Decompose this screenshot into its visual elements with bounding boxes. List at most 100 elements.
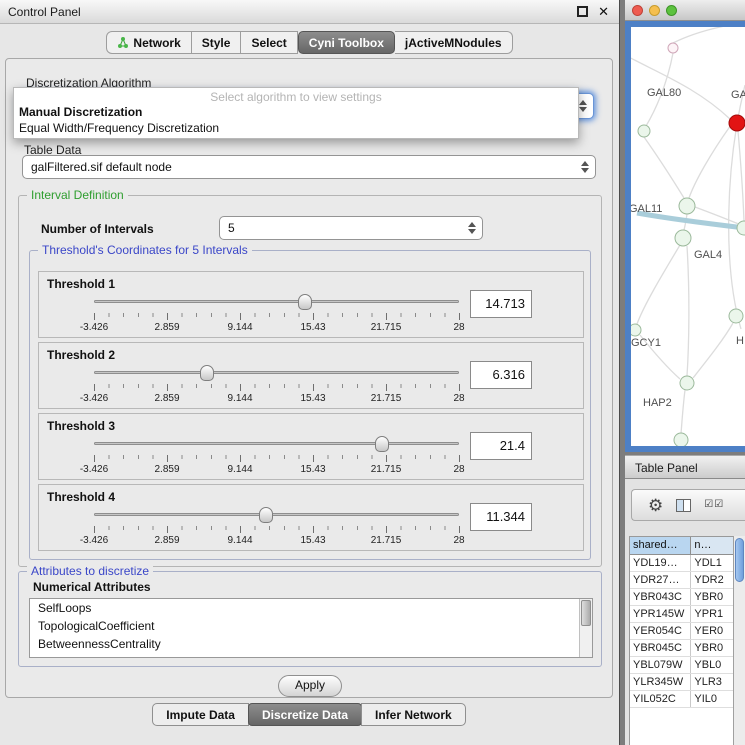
slider-thumb[interactable]: [259, 507, 273, 523]
table-row[interactable]: YIL052C YIL0: [630, 691, 733, 708]
network-window-titlebar: [625, 0, 745, 21]
minimize-traffic-light-icon[interactable]: [649, 5, 660, 16]
slider-track[interactable]: [94, 442, 459, 445]
slider-scale: -3.426 2.859 9.144 15.43 21.715 28: [94, 393, 459, 405]
slider-thumb[interactable]: [298, 294, 312, 310]
table-row[interactable]: YDR27… YDR2: [630, 572, 733, 589]
list-item[interactable]: SelfLoops: [30, 599, 592, 617]
node-label: GAL80: [647, 87, 681, 99]
slider-track[interactable]: [94, 513, 459, 516]
table-row[interactable]: YBR045C YBR0: [630, 640, 733, 657]
threshold-value-field[interactable]: 6.316: [470, 361, 532, 389]
network-canvas[interactable]: GAL80 GA GAL11 GAL4 GCY1 H HAP2: [631, 27, 745, 446]
slider-thumb[interactable]: [200, 365, 214, 381]
table-row[interactable]: YBR043C YBR0: [630, 589, 733, 606]
num-intervals-label: Number of Intervals: [41, 222, 154, 236]
close-traffic-light-icon[interactable]: [632, 5, 643, 16]
dropdown-option[interactable]: Manual Discretization: [14, 104, 578, 120]
screen: Control Panel ✕ Network Style Select Cyn…: [0, 0, 745, 745]
tab-style[interactable]: Style: [192, 31, 242, 54]
slider-track[interactable]: [94, 300, 459, 303]
combobox-arrows-icon: [581, 161, 589, 173]
columns-icon[interactable]: [676, 499, 691, 512]
tab-label: Cyni Toolbox: [309, 36, 384, 50]
list-item[interactable]: BetweennessCentrality: [30, 635, 592, 653]
num-intervals-value: 5: [228, 221, 235, 235]
table-data-combobox[interactable]: galFiltered.sif default node: [22, 155, 596, 179]
table-row[interactable]: YER054C YER0: [630, 623, 733, 640]
threshold-panel: Threshold 1 -3.426 2.859 9.144 15.43: [38, 271, 584, 338]
column-header[interactable]: n…: [691, 537, 733, 554]
node-label: GCY1: [631, 337, 661, 349]
slider-track[interactable]: [94, 371, 459, 374]
thresholds-group-title: Threshold's Coordinates for 5 Intervals: [38, 243, 252, 257]
list-item[interactable]: TopologicalCoefficient: [30, 617, 592, 635]
table-row[interactable]: YBL079W YBL0: [630, 657, 733, 674]
thresholds-group: Threshold's Coordinates for 5 Intervals …: [29, 250, 591, 560]
table-row[interactable]: YDL19… YDL1: [630, 555, 733, 572]
attributes-listbox[interactable]: SelfLoops TopologicalCoefficient Between…: [29, 598, 593, 658]
network-nodes: [631, 43, 745, 446]
table-panel-titlebar: Table Panel: [625, 455, 745, 479]
top-tab-bar: Network Style Select Cyni Toolbox jActiv…: [0, 31, 619, 54]
table-scrollbar[interactable]: [733, 536, 745, 745]
column-header[interactable]: shared…: [630, 537, 691, 554]
zoom-traffic-light-icon[interactable]: [666, 5, 677, 16]
table-row[interactable]: YLR345W YLR3: [630, 674, 733, 691]
node-label: GA: [731, 89, 745, 101]
network-node[interactable]: [729, 309, 743, 323]
tab-discretize-data[interactable]: Discretize Data: [248, 703, 362, 726]
table-header-row: shared… n…: [630, 537, 733, 555]
threshold-slider[interactable]: [94, 507, 459, 523]
threshold-value-field[interactable]: 14.713: [470, 290, 532, 318]
tab-cyni-toolbox[interactable]: Cyni Toolbox: [298, 31, 395, 54]
list-scrollbar-thumb[interactable]: [581, 600, 591, 626]
cyni-toolbox-panel: Discretization Algorithm Select algorith…: [5, 58, 613, 698]
table-panel-title: Table Panel: [635, 461, 698, 475]
network-node[interactable]: [680, 376, 694, 390]
network-node-selected[interactable]: [729, 115, 745, 131]
network-node[interactable]: [737, 221, 745, 235]
threshold-value-field[interactable]: 21.4: [470, 432, 532, 460]
network-node[interactable]: [674, 433, 688, 446]
select-columns-icon[interactable]: ☑☑: [704, 500, 724, 510]
tab-label: Style: [202, 36, 231, 50]
threshold-slider[interactable]: [94, 294, 459, 310]
close-icon[interactable]: ✕: [598, 4, 609, 20]
apply-button[interactable]: Apply: [278, 675, 342, 697]
tab-network[interactable]: Network: [106, 31, 191, 54]
num-intervals-combobox[interactable]: 5: [219, 216, 483, 240]
threshold-value-field[interactable]: 11.344: [470, 503, 532, 531]
tab-impute-data[interactable]: Impute Data: [152, 703, 249, 726]
tab-label: Network: [133, 36, 180, 50]
slider-major-ticks: [94, 526, 460, 533]
table-toolbar: ⚙ ☑☑: [631, 489, 745, 521]
threshold-slider[interactable]: [94, 365, 459, 381]
network-node[interactable]: [631, 324, 641, 336]
interval-definition-group: Interval Definition Number of Intervals …: [18, 195, 602, 567]
network-node[interactable]: [638, 125, 650, 137]
network-node[interactable]: [668, 43, 678, 53]
tab-jactivemnodules[interactable]: jActiveMNodules: [395, 31, 513, 54]
network-frame: GAL80 GA GAL11 GAL4 GCY1 H HAP2: [625, 21, 745, 452]
dropdown-option[interactable]: Equal Width/Frequency Discretization: [14, 120, 578, 136]
network-icon: [117, 37, 129, 49]
table-panel-window: Table Panel ⚙ ☑☑ shared… n… YDL19… YDL1 …: [625, 455, 745, 745]
slider-major-ticks: [94, 313, 460, 320]
control-panel-titlebar: Control Panel ✕: [0, 0, 619, 24]
attributes-group-title: Attributes to discretize: [27, 564, 153, 578]
network-node[interactable]: [675, 230, 691, 246]
network-node[interactable]: [679, 198, 695, 214]
gear-icon[interactable]: ⚙: [648, 497, 663, 514]
slider-major-ticks: [94, 384, 460, 391]
slider-thumb[interactable]: [375, 436, 389, 452]
threshold-panel: Threshold 3 -3.426 2.859 9.144 15.43: [38, 413, 584, 480]
list-scrollbar[interactable]: [579, 599, 592, 657]
float-window-icon[interactable]: [577, 6, 588, 17]
table-scrollbar-thumb[interactable]: [735, 538, 744, 582]
tab-select[interactable]: Select: [241, 31, 297, 54]
threshold-slider[interactable]: [94, 436, 459, 452]
threshold-label: Threshold 1: [47, 277, 115, 291]
tab-infer-network[interactable]: Infer Network: [361, 703, 466, 726]
table-row[interactable]: YPR145W YPR1: [630, 606, 733, 623]
